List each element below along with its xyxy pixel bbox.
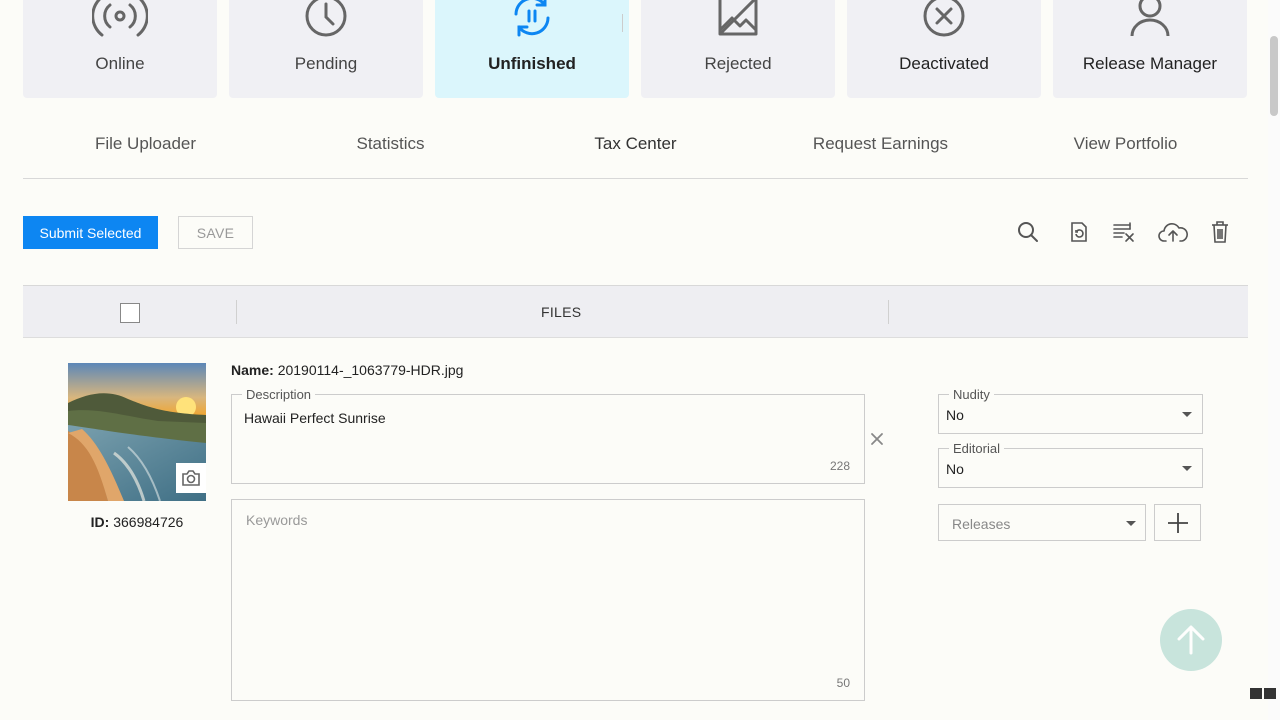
divider: [622, 14, 623, 32]
description-counter: 228: [829, 459, 850, 473]
select-all-checkbox[interactable]: [120, 303, 140, 323]
keywords-placeholder: Keywords: [246, 512, 308, 528]
chevron-down-icon: [1182, 412, 1192, 417]
status-card-label: Rejected: [704, 54, 772, 73]
remove-list-icon[interactable]: [1111, 219, 1137, 245]
description-field[interactable]: Description Hawaii Perfect Sunrise 228: [231, 387, 865, 484]
pause-icon[interactable]: [1250, 688, 1262, 699]
status-card-unfinished[interactable]: Unfinished: [435, 0, 629, 98]
add-release-button[interactable]: [1154, 504, 1201, 541]
arrow-up-icon: [1177, 625, 1205, 655]
submit-selected-button[interactable]: Submit Selected: [23, 216, 158, 249]
scrollbar-thumb[interactable]: [1270, 36, 1278, 116]
file-name: Name: 20190114-_1063779-HDR.jpg: [231, 362, 463, 378]
keywords-counter: 50: [836, 676, 850, 690]
expand-icon[interactable]: [1264, 688, 1276, 699]
status-card-label: Online: [95, 54, 145, 73]
status-card-release-manager[interactable]: Release Manager: [1053, 0, 1247, 98]
x-circle-icon: [914, 0, 974, 42]
main-nav: File Uploader Statistics Tax Center Requ…: [23, 120, 1248, 179]
save-button[interactable]: SAVE: [178, 216, 253, 249]
clear-description-icon[interactable]: [868, 430, 886, 448]
status-card-deactivated[interactable]: Deactivated: [847, 0, 1041, 98]
trash-icon[interactable]: [1207, 219, 1233, 245]
files-column-header[interactable]: FILES: [541, 304, 581, 320]
divider: [888, 300, 889, 324]
tab-file-uploader[interactable]: File Uploader: [23, 120, 268, 178]
nudity-label: Nudity: [949, 387, 994, 402]
search-icon[interactable]: [1015, 219, 1041, 245]
file-name-value: 20190114-_1063779-HDR.jpg: [277, 362, 464, 378]
no-image-icon: [708, 0, 768, 42]
tab-request-earnings[interactable]: Request Earnings: [758, 120, 1003, 178]
tab-view-portfolio[interactable]: View Portfolio: [1003, 120, 1248, 178]
status-card-label: Deactivated: [899, 54, 989, 73]
cloud-upload-icon[interactable]: [1158, 219, 1188, 245]
files-table-header: FILES: [23, 285, 1248, 338]
nudity-select[interactable]: Nudity No: [938, 387, 1203, 434]
person-icon: [1120, 0, 1180, 42]
file-id-value: 366984726: [113, 514, 184, 530]
corner-widget[interactable]: [1250, 688, 1276, 699]
divider: [236, 300, 237, 324]
file-name-label: Name:: [231, 362, 274, 378]
status-card-online[interactable]: Online: [23, 0, 217, 98]
editorial-label: Editorial: [949, 441, 1004, 456]
editorial-select[interactable]: Editorial No: [938, 441, 1203, 488]
status-card-row: Online Pending Unfinished Rejected Deact…: [23, 0, 1247, 98]
chevron-down-icon: [1126, 521, 1136, 526]
nudity-value: No: [946, 407, 964, 423]
file-thumbnail[interactable]: [68, 363, 206, 501]
status-card-label: Unfinished: [488, 54, 576, 73]
tab-tax-center[interactable]: Tax Center: [513, 120, 758, 178]
file-id-label: ID:: [90, 514, 110, 530]
status-card-label: Release Manager: [1082, 54, 1218, 73]
clock-icon: [296, 0, 356, 42]
scroll-to-top-button[interactable]: [1160, 609, 1222, 671]
tab-statistics[interactable]: Statistics: [268, 120, 513, 178]
status-card-pending[interactable]: Pending: [229, 0, 423, 98]
editorial-value: No: [946, 461, 964, 477]
description-label: Description: [242, 387, 316, 402]
description-value[interactable]: Hawaii Perfect Sunrise: [244, 410, 386, 426]
file-id: ID: 366984726: [68, 514, 206, 530]
camera-icon[interactable]: [176, 463, 206, 493]
refresh-document-icon[interactable]: [1066, 219, 1092, 245]
refresh-pause-icon: [502, 0, 562, 42]
keywords-field[interactable]: Keywords 50: [231, 499, 865, 701]
releases-placeholder: Releases: [952, 516, 1011, 532]
status-card-label: Pending: [294, 54, 358, 73]
chevron-down-icon: [1182, 466, 1192, 471]
page-scrollbar[interactable]: [1268, 0, 1280, 720]
releases-select[interactable]: Releases: [938, 504, 1146, 541]
plus-icon: [1167, 512, 1188, 533]
status-card-rejected[interactable]: Rejected: [641, 0, 835, 98]
broadcast-icon: [90, 0, 150, 42]
